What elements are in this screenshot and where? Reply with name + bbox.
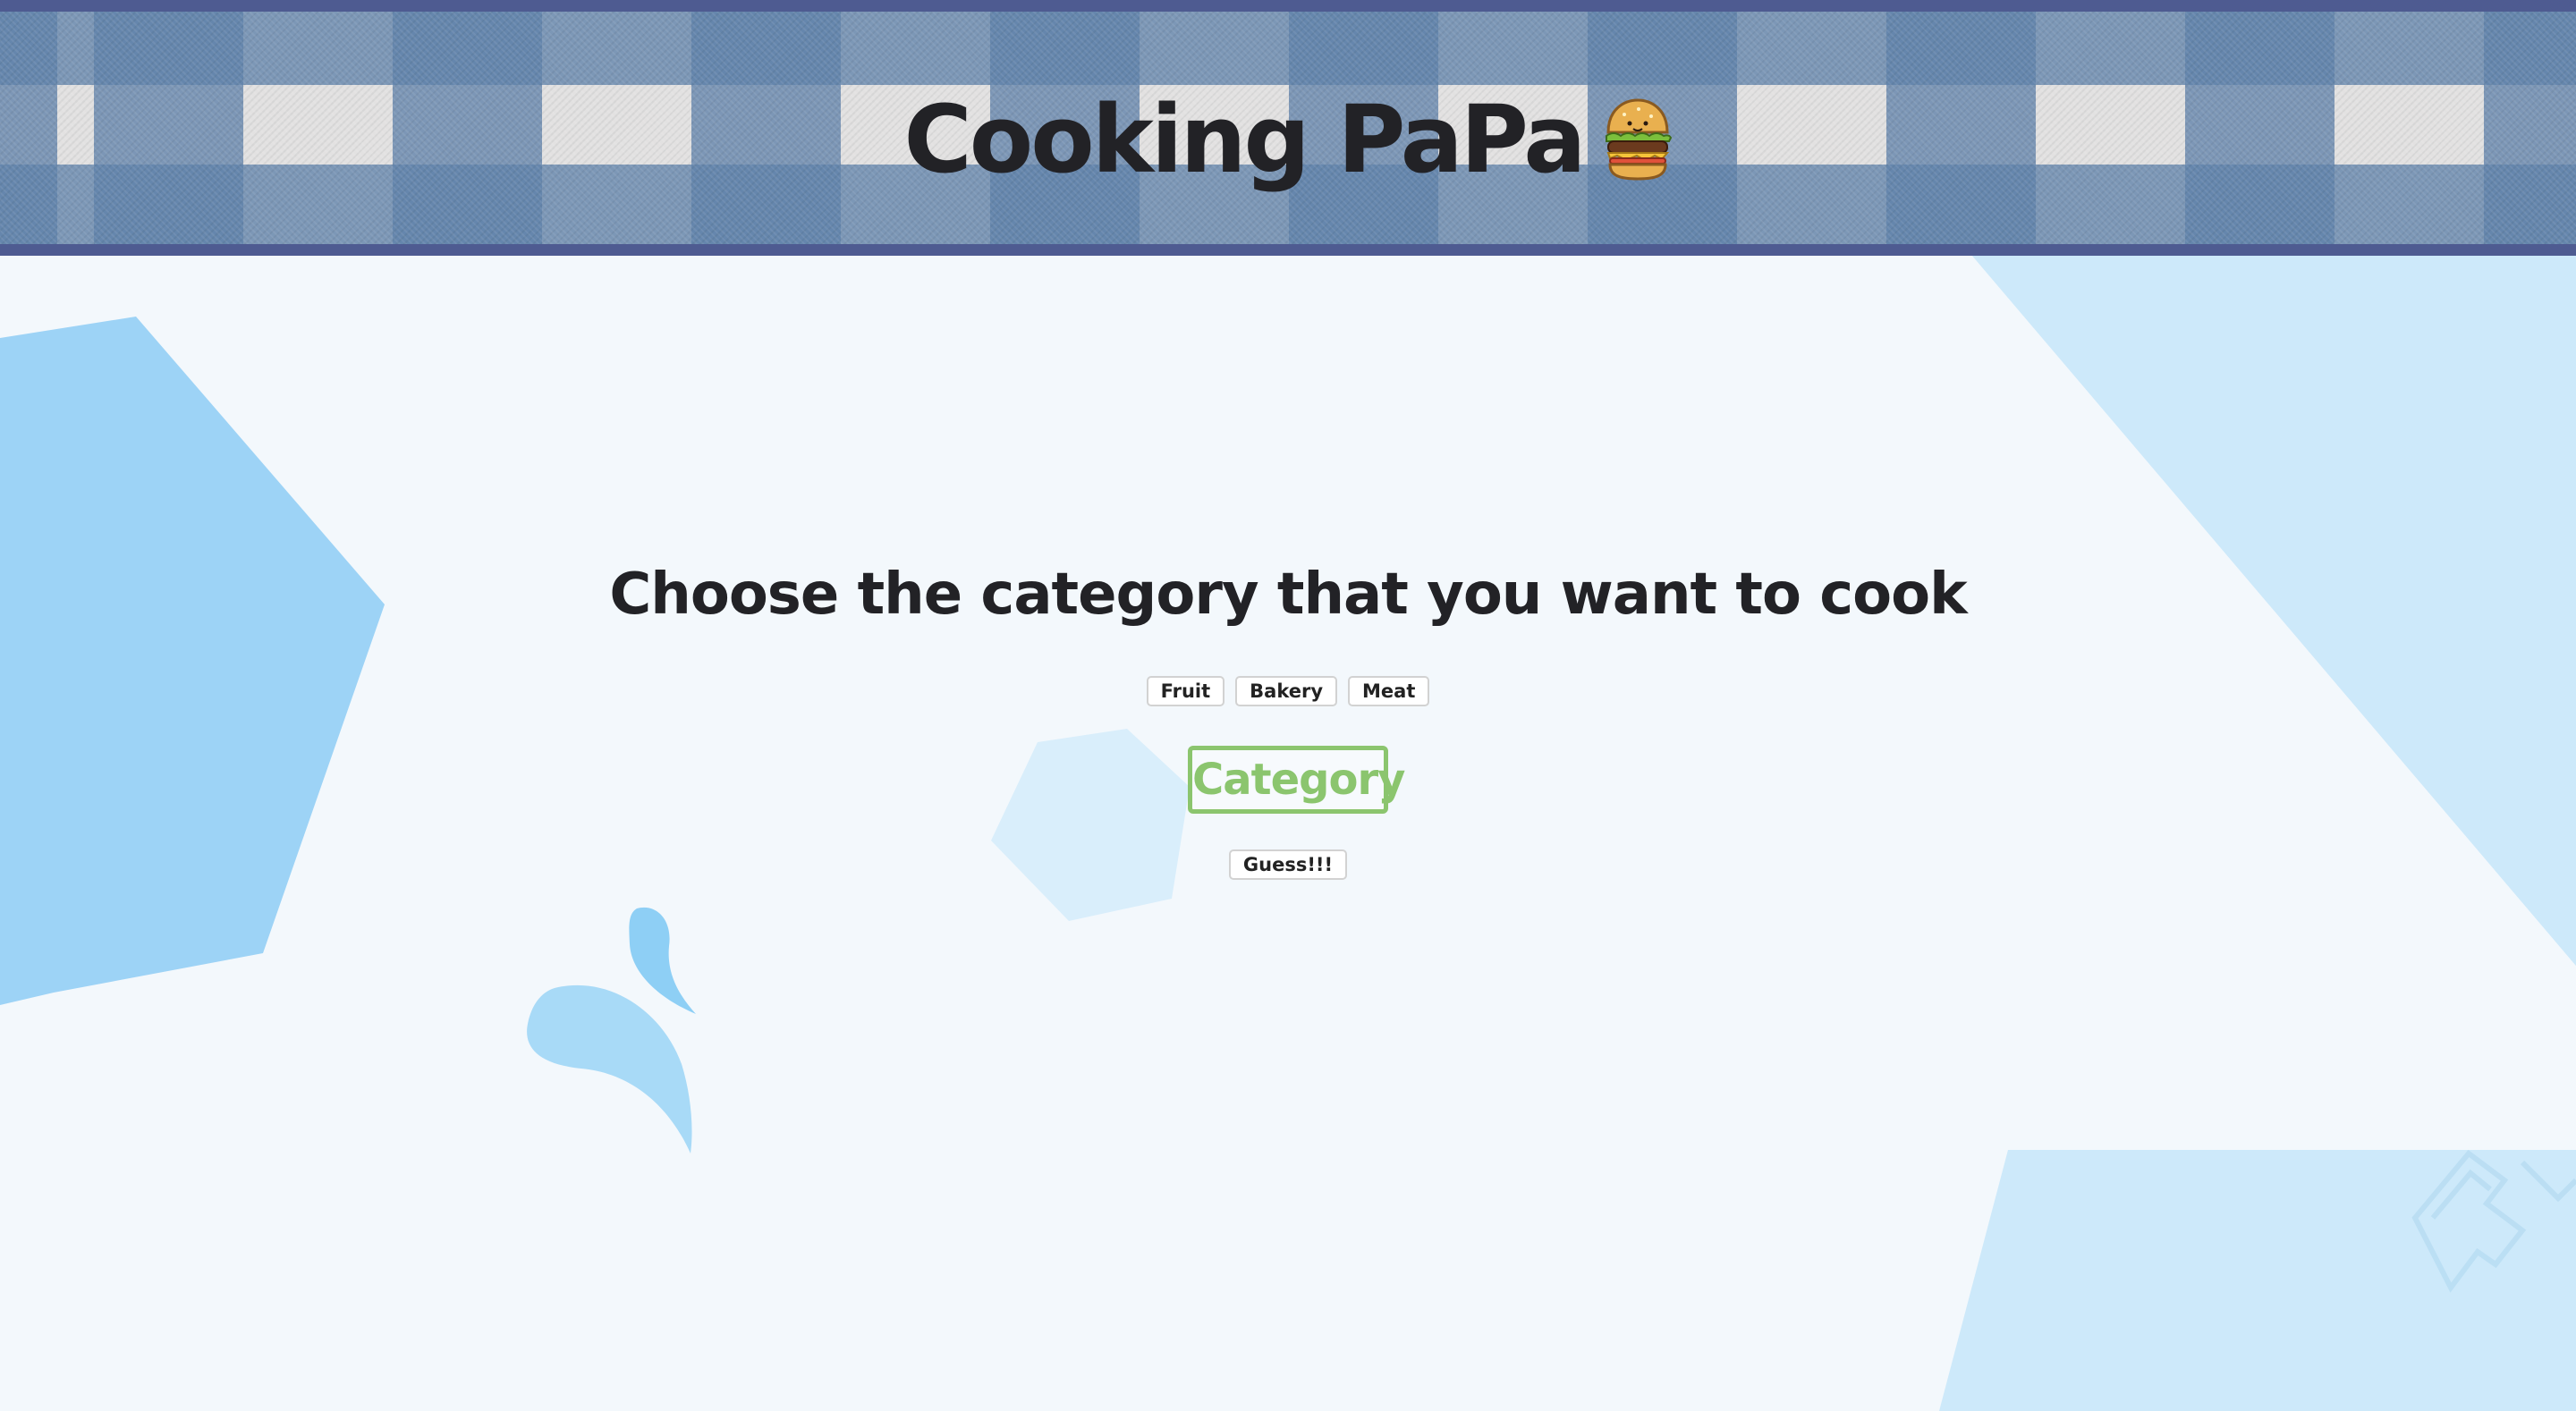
bg-left-hexagon — [0, 317, 385, 1005]
title-container: Cooking PaPa — [0, 85, 2576, 194]
guess-container: Guess!!! — [0, 849, 2576, 880]
category-button-bakery[interactable]: Bakery — [1235, 676, 1338, 706]
category-button-group: Fruit Bakery Meat — [0, 676, 2576, 706]
bg-center-hexagon — [991, 729, 1190, 921]
page-heading: Choose the category that you want to coo… — [609, 562, 1967, 628]
category-button-fruit[interactable]: Fruit — [1146, 676, 1225, 706]
guess-button[interactable]: Guess!!! — [1228, 849, 1348, 880]
bg-splash-drop — [629, 907, 696, 1014]
selected-category-display: Category — [1188, 746, 1405, 814]
category-button-meat[interactable]: Meat — [1348, 676, 1430, 706]
bg-splash-tail — [527, 984, 692, 1153]
bg-bottom-right-shape — [1939, 1150, 2576, 1411]
app-title: Cooking PaPa — [903, 85, 1586, 194]
burger-icon — [1603, 97, 1673, 182]
app-header: Cooking PaPa — [0, 0, 2576, 256]
